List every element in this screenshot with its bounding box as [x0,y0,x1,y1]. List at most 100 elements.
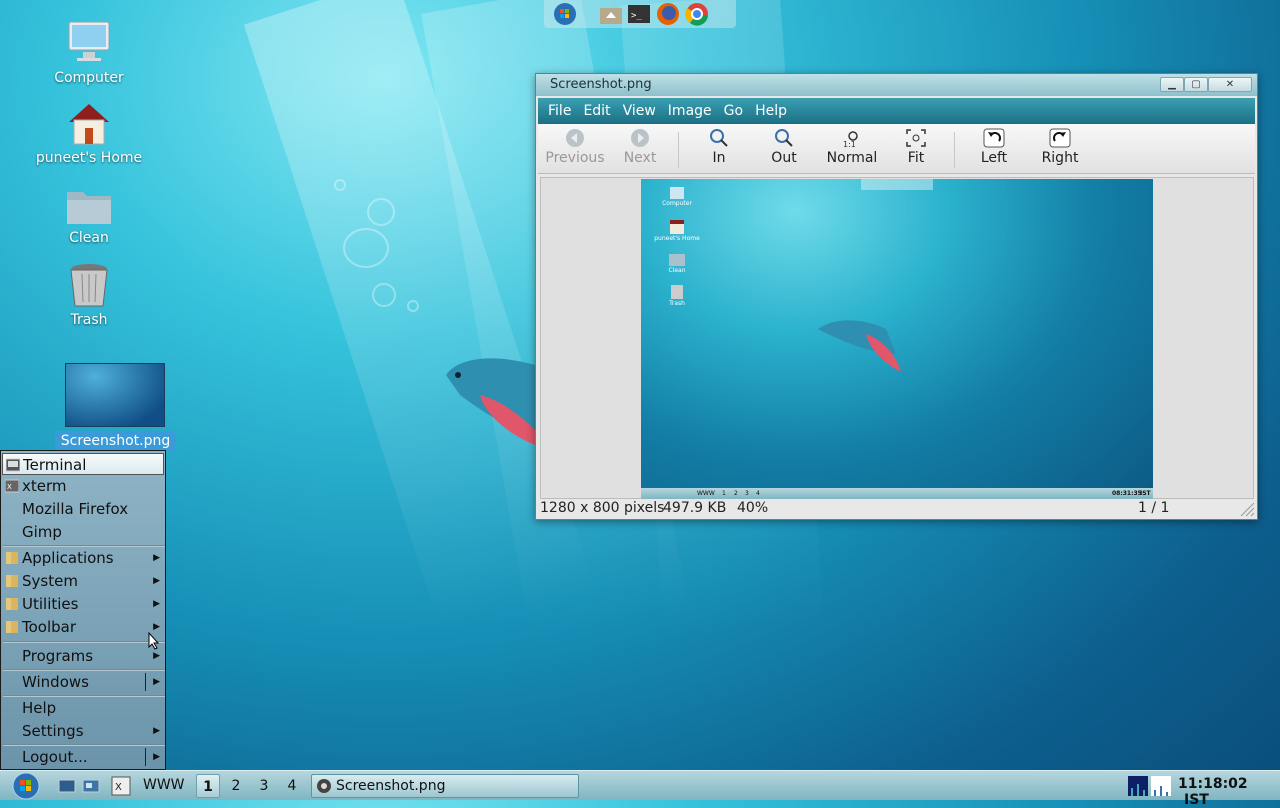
zoom-out-button[interactable]: Out [754,128,814,166]
menu-item-gimp[interactable]: Gimp [2,521,164,543]
desktop-icon-computer[interactable]: Computer [29,18,149,86]
zoom-out-label: Out [771,150,797,166]
mouse-cursor-icon [148,632,160,650]
toolbar: Previous Next In Out 1:1 Normal Fit Left [538,124,1255,174]
fit-label: Fit [907,150,925,166]
normal-size-label: Normal [826,150,878,166]
terminal-icon [6,458,20,472]
window-switcher-icon[interactable] [82,777,100,795]
menu-item-applications[interactable]: Applications ▶ [2,547,164,569]
menu-item-utilities[interactable]: Utilities ▶ [2,593,164,615]
rotate-left-button[interactable]: Left [964,128,1024,166]
previous-arrow-icon [566,129,584,147]
svg-text:1:1: 1:1 [843,140,856,148]
menu-go[interactable]: Go [724,103,743,119]
preview-icon-clean: Clean [661,254,693,274]
menu-item-label: Help [22,699,57,717]
resize-grip-icon[interactable] [1239,501,1255,517]
show-desktop-icon[interactable] [58,777,76,795]
start-orb-icon[interactable] [552,2,578,26]
window-titlebar[interactable]: Screenshot.png ▁ ▢ ✕ [536,74,1257,96]
desktop-icon-trash[interactable]: Trash [29,262,149,328]
fit-button[interactable]: Fit [886,128,946,166]
folder-icon [6,598,18,610]
terminal-icon[interactable]: >_ [626,2,652,26]
svg-text:>_: >_ [631,11,642,21]
status-page: 1 / 1 [1138,500,1170,516]
normal-size-button[interactable]: 1:1 Normal [820,128,884,166]
desktop-icon-label-selected[interactable]: Screenshot.png [55,431,176,451]
menu-help[interactable]: Help [755,103,787,119]
zoom-out-icon [775,129,793,147]
preview-icon-label: puneet's Home [654,235,700,242]
desktop-icon-home[interactable]: puneet's Home [29,100,149,166]
zoom-in-label: In [712,150,726,166]
submenu-arrow-icon: ▶ [153,677,160,687]
close-button[interactable]: ✕ [1208,77,1252,92]
www-launcher[interactable]: WWW [143,777,185,793]
workspace-2[interactable]: 2 [224,774,248,798]
menu-item-programs[interactable]: Programs ▶ [2,645,164,667]
menu-item-label: Programs [22,647,94,665]
menu-divider-bar [145,673,146,691]
preview-icon-computer: Computer [661,187,693,207]
menu-image[interactable]: Image [668,103,712,119]
rotate-right-button[interactable]: Right [1030,128,1090,166]
clock-timezone: IST [1184,792,1209,808]
chrome-icon[interactable] [684,2,710,26]
maximize-button[interactable]: ▢ [1184,77,1208,92]
task-button-screenshot[interactable]: Screenshot.png [311,774,579,798]
menu-item-firefox[interactable]: Mozilla Firefox [2,498,164,520]
next-button[interactable]: Next [610,128,670,166]
home-folder-icon[interactable] [598,2,624,26]
previous-button[interactable]: Previous [545,128,605,166]
submenu-arrow-icon: ▶ [153,599,160,609]
menu-item-toolbar[interactable]: Toolbar ▶ [2,616,164,638]
menu-item-label: Windows [22,673,89,691]
desktop-icon-clean[interactable]: Clean [29,184,149,246]
menu-item-label: Toolbar [22,618,77,636]
preview-workspace: 1 [722,490,726,497]
menu-divider-bar [145,748,146,766]
rotate-left-label: Left [980,150,1008,166]
rotate-right-icon [1049,128,1071,148]
menu-item-logout[interactable]: Logout... ▶ [2,746,164,768]
workspace-3[interactable]: 3 [252,774,276,798]
menu-item-terminal[interactable]: Terminal [2,453,164,475]
firefox-icon[interactable] [655,2,681,26]
submenu-arrow-icon: ▶ [153,726,160,736]
taskbar: X WWW 1 2 3 4 Screenshot.png 11:18:02 IS… [0,770,1280,808]
menu-item-system[interactable]: System ▶ [2,570,164,592]
bubble [407,300,419,312]
submenu-arrow-icon: ▶ [153,576,160,586]
rotate-left-icon [983,128,1005,148]
image-file-icon[interactable] [65,363,165,427]
menu-item-windows[interactable]: Windows ▶ [2,671,164,693]
menu-edit[interactable]: Edit [583,103,610,119]
workspace-1[interactable]: 1 [196,774,220,798]
rotate-right-label: Right [1041,150,1079,166]
preview-icon-trash: Trash [661,285,693,307]
menu-item-help[interactable]: Help [2,697,164,719]
folder-icon [67,192,111,224]
zoom-in-button[interactable]: In [689,128,749,166]
desktop-icon-label: Trash [70,312,108,328]
minimize-button[interactable]: ▁ [1160,77,1184,92]
menu-item-xterm[interactable]: X xterm [2,475,164,497]
folder-icon [6,621,18,633]
bubble [334,179,346,191]
computer-icon [68,21,110,61]
xterm-icon[interactable]: X [111,776,131,796]
start-orb-icon[interactable] [10,771,42,801]
menu-view[interactable]: View [623,103,656,119]
clock-time: 11:18:02 [1178,776,1248,792]
menu-file[interactable]: File [548,103,571,119]
image-canvas[interactable]: Computer puneet's Home Clean Trash WWW 1… [540,177,1254,499]
network-monitor-icon [1151,776,1171,796]
clock[interactable]: 11:18:02 IST [1178,776,1280,808]
bubble [343,228,389,268]
workspace-4[interactable]: 4 [280,774,304,798]
menu-item-settings[interactable]: Settings ▶ [2,720,164,742]
menu-separator [3,641,165,643]
menu-item-label: xterm [22,477,67,495]
